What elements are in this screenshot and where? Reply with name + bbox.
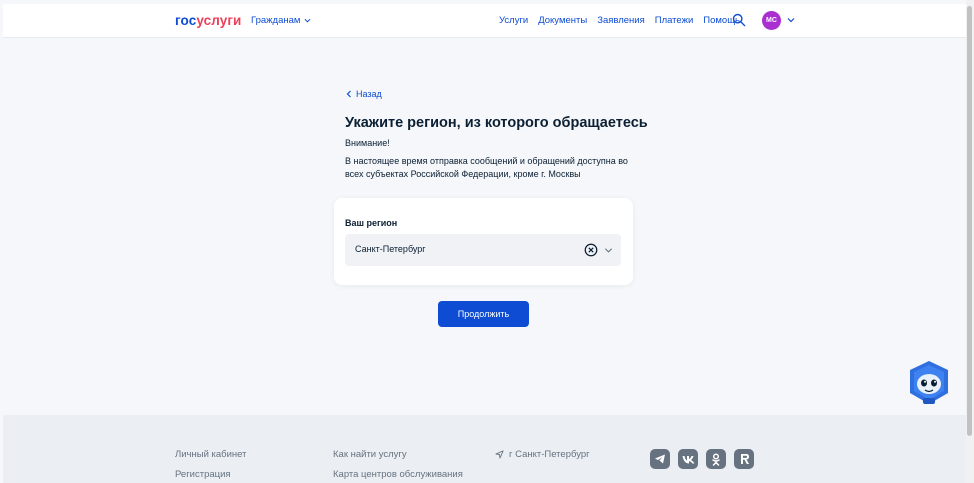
back-link[interactable]: Назад: [346, 89, 382, 99]
avatar[interactable]: МС: [762, 11, 781, 30]
rutube-icon[interactable]: [734, 449, 754, 469]
nav-services[interactable]: Услуги: [499, 15, 528, 26]
continue-button[interactable]: Продолжить: [438, 301, 529, 327]
back-label: Назад: [356, 89, 382, 99]
city-selector[interactable]: г Санкт-Петербург: [495, 449, 590, 460]
header: госуслуги Гражданам Услуги Документы Зая…: [3, 4, 966, 38]
citizens-dropdown[interactable]: Гражданам: [251, 15, 311, 26]
location-arrow-icon: [495, 450, 504, 459]
region-value: Санкт-Петербург: [355, 244, 426, 254]
region-select[interactable]: Санкт-Петербург: [345, 234, 621, 266]
footer-link-service-map[interactable]: Карта центров обслуживания: [333, 469, 463, 480]
page: госуслуги Гражданам Услуги Документы Зая…: [0, 0, 974, 483]
attention-text: Внимание!: [345, 138, 390, 148]
telegram-icon[interactable]: [650, 449, 670, 469]
gosuslugi-logo[interactable]: госуслуги: [175, 13, 241, 28]
chevron-down-icon[interactable]: [787, 16, 795, 24]
nav-documents[interactable]: Документы: [538, 15, 587, 26]
city-label: г Санкт-Петербург: [509, 449, 590, 460]
chevron-down-icon[interactable]: [604, 246, 613, 255]
odnoklassniki-icon[interactable]: [706, 449, 726, 469]
nav-applications[interactable]: Заявления: [597, 15, 645, 26]
citizens-label: Гражданам: [251, 15, 301, 26]
vk-icon[interactable]: [678, 449, 698, 469]
logo-part2: услуги: [196, 13, 242, 28]
chevron-left-icon: [346, 90, 351, 98]
notice-text: В настоящее время отправка сообщений и о…: [345, 156, 628, 179]
robot-assistant-icon[interactable]: [906, 359, 952, 407]
chevron-down-icon: [304, 18, 311, 23]
footer-link-registration[interactable]: Регистрация: [175, 469, 231, 480]
region-label: Ваш регион: [345, 218, 398, 228]
footer-link-find-service[interactable]: Как найти услугу: [333, 449, 407, 460]
footer: Личный кабинет Регистрация Как найти усл…: [3, 415, 966, 483]
nav-payments[interactable]: Платежи: [655, 15, 694, 26]
logo-part1: гос: [175, 13, 197, 28]
search-icon[interactable]: [732, 13, 746, 27]
footer-link-cabinet[interactable]: Личный кабинет: [175, 449, 246, 460]
clear-icon[interactable]: [584, 243, 598, 257]
main-nav: Услуги Документы Заявления Платежи Помощ…: [499, 15, 750, 26]
scrollbar-thumb[interactable]: [967, 6, 972, 436]
region-card: Ваш регион Санкт-Петербург: [334, 198, 633, 285]
page-title: Укажите регион, из которого обращаетесь: [345, 115, 648, 131]
page-scrollbar[interactable]: [966, 0, 974, 483]
